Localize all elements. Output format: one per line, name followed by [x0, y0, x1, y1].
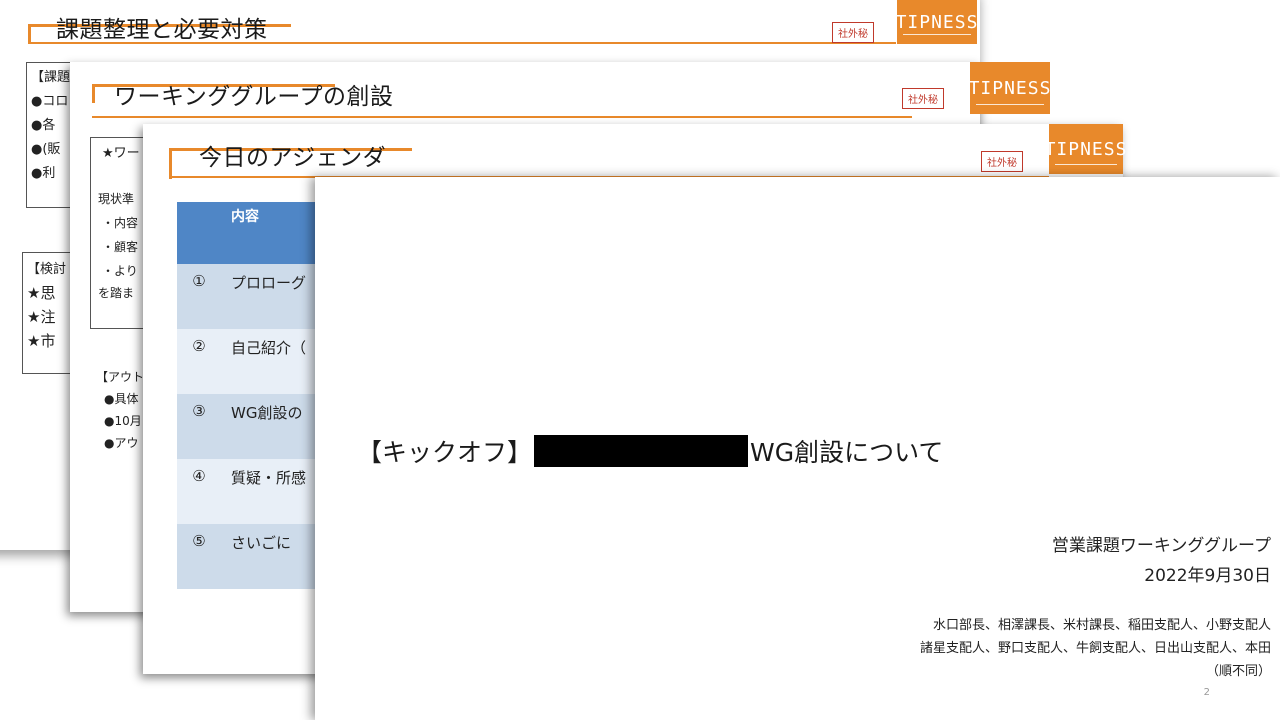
text-fragment: ・顧客	[102, 240, 139, 254]
members-line-1: 水口部長、相澤課長、米村課長、稲田支配人、小野支配人	[932, 618, 1271, 633]
text-fragment: ●アウ	[104, 436, 139, 450]
slide-title: 今日のアジェンダ	[199, 145, 387, 171]
table-header-cell: 内容	[221, 202, 327, 264]
table-header-cell	[177, 202, 221, 264]
slide-main-title: 【キックオフ】 WG創設について	[357, 433, 943, 469]
text-fragment: ★市	[27, 332, 56, 350]
row-text: さいごに	[221, 524, 327, 589]
text-fragment: ★ワー	[102, 146, 140, 161]
table-row: ⑤ さいごに	[177, 524, 327, 589]
text-fragment: ・より	[102, 264, 138, 278]
tipness-logo: TIPNESS	[969, 62, 1050, 114]
page-number: 2	[1203, 687, 1210, 698]
row-number: ②	[177, 329, 221, 394]
title-suffix: WG創設について	[750, 438, 944, 467]
organization-name: 営業課題ワーキンググループ	[1051, 536, 1271, 556]
row-number: ⑤	[177, 524, 221, 589]
slide-title: ワーキンググループの創設	[114, 84, 394, 110]
text-fragment: ★思	[27, 284, 56, 302]
table-row: ④ 質疑・所感	[177, 459, 327, 524]
table-row: ③ WG創設の	[177, 394, 327, 459]
agenda-table: 内容 ① プロローグ ② 自己紹介（ ③ WG創設の ④ 質疑・所感 ⑤ さいご…	[177, 202, 327, 589]
order-note: （順不同）	[1205, 664, 1271, 679]
text-fragment: ●(販	[31, 142, 61, 157]
text-fragment: ●利	[31, 166, 56, 181]
text-fragment: 【課題	[31, 70, 71, 85]
slide-title: 課題整理と必要対策	[56, 17, 268, 43]
confidential-badge: 社外秘	[981, 151, 1023, 172]
row-number: ①	[177, 264, 221, 329]
table-row: ② 自己紹介（	[177, 329, 327, 394]
text-fragment: ●具体	[104, 392, 139, 406]
row-text: プロローグ	[221, 264, 327, 329]
confidential-badge: 社外秘	[832, 22, 874, 43]
text-fragment: 現状準	[98, 192, 135, 206]
text-fragment: 【アウト	[96, 370, 145, 384]
text-fragment: ●コロ	[31, 94, 69, 109]
title-prefix: 【キックオフ】	[357, 438, 533, 467]
presentation-date: 2022年9月30日	[1144, 566, 1271, 586]
text-fragment: ●各	[31, 118, 56, 133]
text-fragment: を踏ま	[98, 286, 135, 300]
text-fragment: ●10月	[104, 414, 142, 428]
tipness-logo: TIPNESS	[1045, 124, 1126, 174]
redaction-bar	[534, 435, 749, 467]
text-fragment: ★注	[27, 308, 56, 326]
row-text: 自己紹介（	[221, 329, 327, 394]
row-number: ④	[177, 459, 221, 524]
title-underline	[92, 116, 912, 118]
confidential-badge: 社外秘	[902, 88, 944, 109]
table-row: ① プロローグ	[177, 264, 327, 329]
row-number: ③	[177, 394, 221, 459]
row-text: WG創設の	[221, 394, 327, 459]
text-fragment: 【検討	[27, 262, 67, 277]
tipness-logo: TIPNESS	[896, 0, 977, 44]
row-text: 質疑・所感	[221, 459, 327, 524]
members-line-2: 諸星支配人、野口支配人、牛飼支配人、日出山支配人、本田	[919, 641, 1271, 656]
slide-front-title[interactable]: 【キックオフ】 WG創設について 営業課題ワーキンググループ 2022年9月30…	[315, 177, 1280, 720]
text-fragment: ・内容	[102, 216, 139, 230]
